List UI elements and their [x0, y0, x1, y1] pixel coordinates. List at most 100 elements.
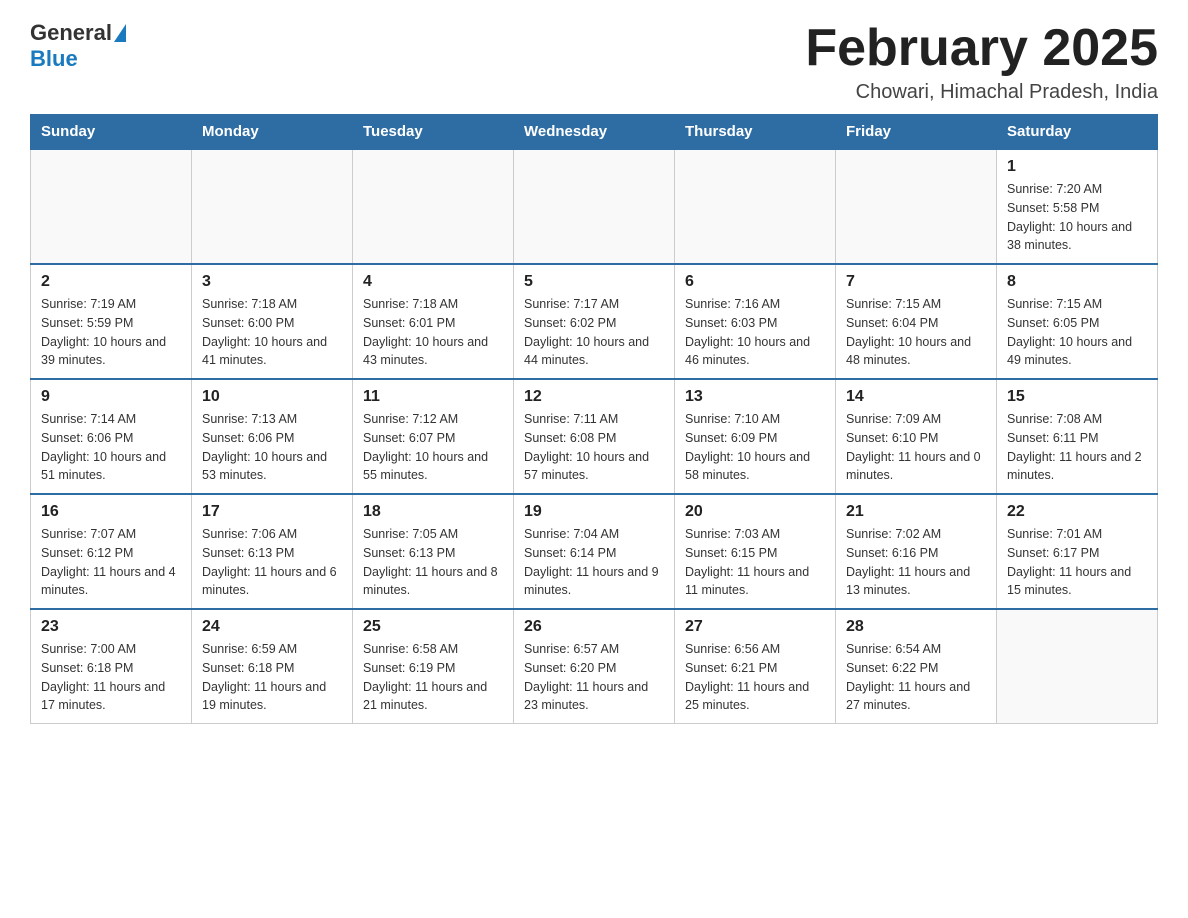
day-info: Sunrise: 7:19 AMSunset: 5:59 PMDaylight:…	[41, 295, 181, 370]
calendar-header-monday: Monday	[192, 115, 353, 150]
location-text: Chowari, Himachal Pradesh, India	[805, 81, 1158, 104]
week-row-5: 23 Sunrise: 7:00 AMSunset: 6:18 PMDayligh…	[31, 609, 1158, 724]
day-info: Sunrise: 7:01 AMSunset: 6:17 PMDaylight:…	[1007, 525, 1147, 600]
week-row-1: 1 Sunrise: 7:20 AMSunset: 5:58 PMDaylight…	[31, 149, 1158, 264]
day-number: 9	[41, 388, 181, 406]
day-info: Sunrise: 6:56 AMSunset: 6:21 PMDaylight:…	[685, 640, 825, 715]
day-info: Sunrise: 7:17 AMSunset: 6:02 PMDaylight:…	[524, 295, 664, 370]
calendar-table: SundayMondayTuesdayWednesdayThursdayFrid…	[30, 114, 1158, 724]
day-number: 23	[41, 618, 181, 636]
calendar-cell: 3 Sunrise: 7:18 AMSunset: 6:00 PMDaylight…	[192, 264, 353, 379]
calendar-cell: 13Sunrise: 7:10 AMSunset: 6:09 PMDayligh…	[675, 379, 836, 494]
day-number: 24	[202, 618, 342, 636]
day-info: Sunrise: 6:57 AMSunset: 6:20 PMDaylight:…	[524, 640, 664, 715]
calendar-cell: 26Sunrise: 6:57 AMSunset: 6:20 PMDayligh…	[514, 609, 675, 724]
calendar-header-friday: Friday	[836, 115, 997, 150]
day-number: 13	[685, 388, 825, 406]
day-info: Sunrise: 7:12 AMSunset: 6:07 PMDaylight:…	[363, 410, 503, 485]
day-number: 5	[524, 273, 664, 291]
day-number: 27	[685, 618, 825, 636]
day-info: Sunrise: 7:14 AMSunset: 6:06 PMDaylight:…	[41, 410, 181, 485]
week-row-2: 2 Sunrise: 7:19 AMSunset: 5:59 PMDaylight…	[31, 264, 1158, 379]
day-info: Sunrise: 6:54 AMSunset: 6:22 PMDaylight:…	[846, 640, 986, 715]
day-info: Sunrise: 7:03 AMSunset: 6:15 PMDaylight:…	[685, 525, 825, 600]
day-number: 25	[363, 618, 503, 636]
day-info: Sunrise: 7:07 AMSunset: 6:12 PMDaylight:…	[41, 525, 181, 600]
calendar-header-tuesday: Tuesday	[353, 115, 514, 150]
logo-general-text: General	[30, 20, 112, 46]
title-section: February 2025 Chowari, Himachal Pradesh,…	[805, 20, 1158, 104]
calendar-cell: 16 Sunrise: 7:07 AMSunset: 6:12 PMDayligh…	[31, 494, 192, 609]
day-info: Sunrise: 7:05 AMSunset: 6:13 PMDaylight:…	[363, 525, 503, 600]
day-info: Sunrise: 7:16 AMSunset: 6:03 PMDaylight:…	[685, 295, 825, 370]
logo-triangle-icon	[114, 24, 126, 42]
day-info: Sunrise: 7:00 AMSunset: 6:18 PMDaylight:…	[41, 640, 181, 715]
day-info: Sunrise: 7:15 AMSunset: 6:04 PMDaylight:…	[846, 295, 986, 370]
calendar-cell: 6 Sunrise: 7:16 AMSunset: 6:03 PMDaylight…	[675, 264, 836, 379]
calendar-cell: 8 Sunrise: 7:15 AMSunset: 6:05 PMDaylight…	[997, 264, 1158, 379]
day-number: 12	[524, 388, 664, 406]
calendar-header-wednesday: Wednesday	[514, 115, 675, 150]
day-info: Sunrise: 7:18 AMSunset: 6:00 PMDaylight:…	[202, 295, 342, 370]
calendar-cell: 19 Sunrise: 7:04 AMSunset: 6:14 PMDayligh…	[514, 494, 675, 609]
day-number: 2	[41, 273, 181, 291]
day-info: Sunrise: 7:02 AMSunset: 6:16 PMDaylight:…	[846, 525, 986, 600]
calendar-cell	[192, 149, 353, 264]
calendar-cell: 2 Sunrise: 7:19 AMSunset: 5:59 PMDaylight…	[31, 264, 192, 379]
day-info: Sunrise: 7:06 AMSunset: 6:13 PMDaylight:…	[202, 525, 342, 600]
calendar-header-sunday: Sunday	[31, 115, 192, 150]
day-number: 10	[202, 388, 342, 406]
day-number: 19	[524, 503, 664, 521]
calendar-cell: 10 Sunrise: 7:13 AMSunset: 6:06 PMDayligh…	[192, 379, 353, 494]
calendar-cell: 17 Sunrise: 7:06 AMSunset: 6:13 PMDayligh…	[192, 494, 353, 609]
calendar-cell: 27 Sunrise: 6:56 AMSunset: 6:21 PMDayligh…	[675, 609, 836, 724]
day-number: 20	[685, 503, 825, 521]
calendar-cell: 12Sunrise: 7:11 AMSunset: 6:08 PMDayligh…	[514, 379, 675, 494]
day-number: 7	[846, 273, 986, 291]
day-info: Sunrise: 7:20 AMSunset: 5:58 PMDaylight:…	[1007, 180, 1147, 255]
day-number: 14	[846, 388, 986, 406]
day-number: 18	[363, 503, 503, 521]
calendar-cell: 25 Sunrise: 6:58 AMSunset: 6:19 PMDayligh…	[353, 609, 514, 724]
day-number: 3	[202, 273, 342, 291]
calendar-cell	[31, 149, 192, 264]
calendar-cell	[675, 149, 836, 264]
day-info: Sunrise: 7:13 AMSunset: 6:06 PMDaylight:…	[202, 410, 342, 485]
calendar-cell: 9 Sunrise: 7:14 AMSunset: 6:06 PMDaylight…	[31, 379, 192, 494]
calendar-cell: 5 Sunrise: 7:17 AMSunset: 6:02 PMDaylight…	[514, 264, 675, 379]
calendar-cell: 18 Sunrise: 7:05 AMSunset: 6:13 PMDayligh…	[353, 494, 514, 609]
week-row-4: 16 Sunrise: 7:07 AMSunset: 6:12 PMDayligh…	[31, 494, 1158, 609]
calendar-cell: 1 Sunrise: 7:20 AMSunset: 5:58 PMDaylight…	[997, 149, 1158, 264]
calendar-header-saturday: Saturday	[997, 115, 1158, 150]
calendar-cell	[836, 149, 997, 264]
day-number: 11	[363, 388, 503, 406]
logo: General Blue	[30, 20, 128, 72]
day-number: 1	[1007, 158, 1147, 176]
day-info: Sunrise: 7:09 AMSunset: 6:10 PMDaylight:…	[846, 410, 986, 485]
day-number: 22	[1007, 503, 1147, 521]
calendar-cell: 23 Sunrise: 7:00 AMSunset: 6:18 PMDayligh…	[31, 609, 192, 724]
day-number: 4	[363, 273, 503, 291]
day-number: 21	[846, 503, 986, 521]
calendar-cell: 7 Sunrise: 7:15 AMSunset: 6:04 PMDaylight…	[836, 264, 997, 379]
logo-blue-text: Blue	[30, 46, 78, 71]
calendar-cell: 24Sunrise: 6:59 AMSunset: 6:18 PMDayligh…	[192, 609, 353, 724]
calendar-cell: 22 Sunrise: 7:01 AMSunset: 6:17 PMDayligh…	[997, 494, 1158, 609]
day-number: 17	[202, 503, 342, 521]
calendar-cell	[997, 609, 1158, 724]
week-row-3: 9 Sunrise: 7:14 AMSunset: 6:06 PMDaylight…	[31, 379, 1158, 494]
calendar-cell: 11 Sunrise: 7:12 AMSunset: 6:07 PMDayligh…	[353, 379, 514, 494]
day-info: Sunrise: 6:58 AMSunset: 6:19 PMDaylight:…	[363, 640, 503, 715]
day-info: Sunrise: 7:04 AMSunset: 6:14 PMDaylight:…	[524, 525, 664, 600]
day-info: Sunrise: 7:15 AMSunset: 6:05 PMDaylight:…	[1007, 295, 1147, 370]
day-number: 16	[41, 503, 181, 521]
day-number: 28	[846, 618, 986, 636]
day-info: Sunrise: 7:18 AMSunset: 6:01 PMDaylight:…	[363, 295, 503, 370]
day-number: 6	[685, 273, 825, 291]
calendar-cell: 21 Sunrise: 7:02 AMSunset: 6:16 PMDayligh…	[836, 494, 997, 609]
calendar-cell: 15Sunrise: 7:08 AMSunset: 6:11 PMDayligh…	[997, 379, 1158, 494]
calendar-cell: 14 Sunrise: 7:09 AMSunset: 6:10 PMDayligh…	[836, 379, 997, 494]
page-header: General Blue February 2025 Chowari, Hima…	[30, 20, 1158, 104]
day-number: 8	[1007, 273, 1147, 291]
calendar-cell	[353, 149, 514, 264]
